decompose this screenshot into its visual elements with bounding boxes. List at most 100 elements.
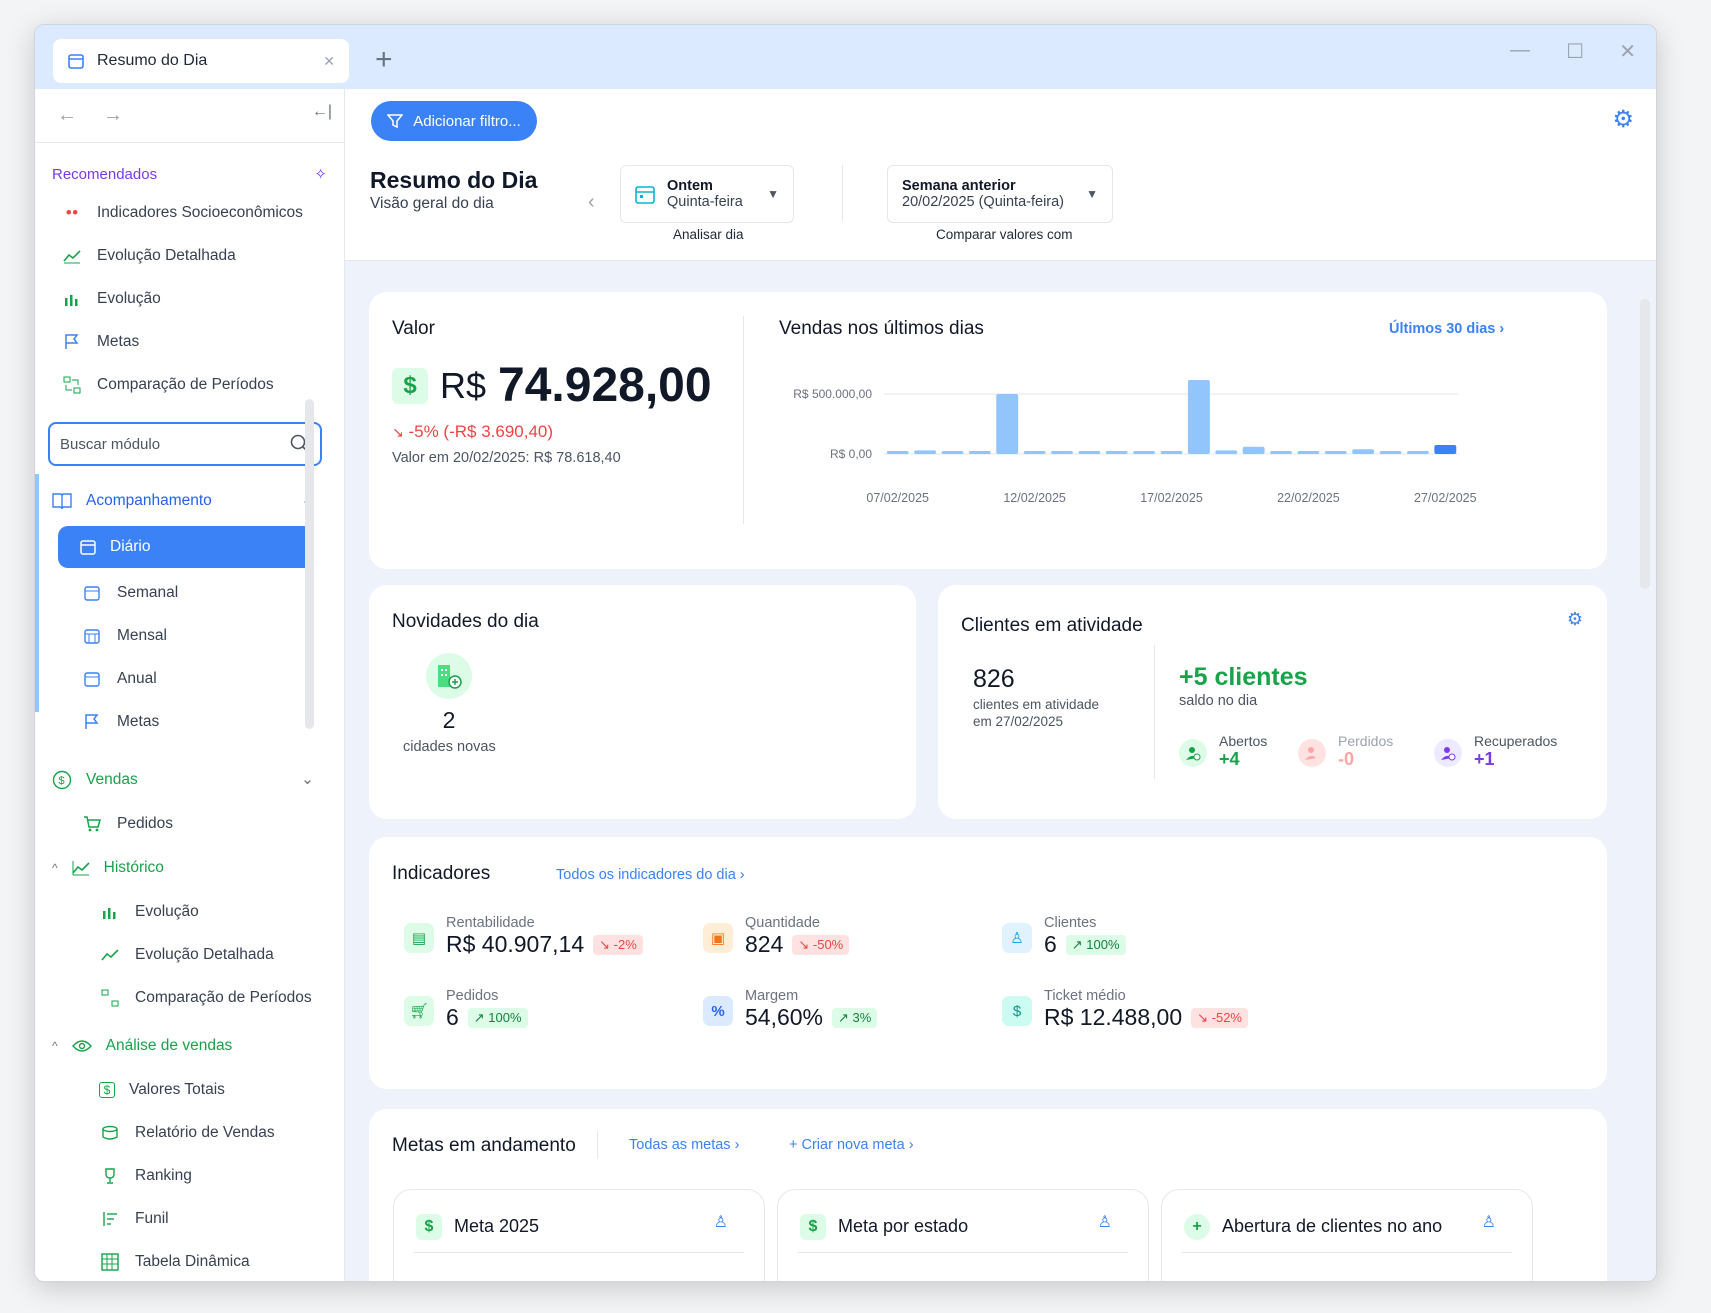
item-label: Diário [110, 538, 151, 555]
day-select[interactable]: Ontem Quinta-feira ▼ [620, 165, 794, 223]
indicator-value: 6 [1044, 931, 1057, 957]
module-search[interactable]: Buscar módulo [48, 422, 322, 466]
user-recover-icon [1434, 739, 1462, 767]
indicator-ticket-medio: $ Ticket médio R$ 12.488,00 ↘ -52% [1002, 988, 1248, 1031]
day-select-sub: Quinta-feira [667, 194, 743, 210]
goal-title: Meta 2025 [454, 1216, 540, 1236]
chart-bar [886, 451, 909, 454]
browser-tab[interactable]: Resumo do Dia ✕ [53, 39, 349, 83]
sales-chart: R$ 500.000,00 R$ 0,00 07/02/2025 12/02/2025… [793, 380, 1477, 505]
group-acompanhamento[interactable]: Acompanhamento ⌄ [35, 478, 344, 523]
sidebar-item-comparacao[interactable]: Comparação de Períodos [35, 976, 344, 1019]
recommended-item-detailed-evolution[interactable]: Evolução Detalhada [35, 234, 344, 277]
user-icon[interactable]: ♙ [714, 1212, 728, 1232]
link-label: + Criar nova meta [789, 1137, 905, 1153]
sidebar-item-semanal[interactable]: Semanal [35, 571, 344, 614]
user-add-icon [1179, 739, 1207, 767]
indicator-delta-badge: ↘ -2% [593, 934, 643, 955]
all-indicators-link[interactable]: Todos os indicadores do dia › [556, 867, 745, 883]
app-window: Resumo do Dia ✕ + — ☐ ✕ ← → ←| Recomenda… [34, 24, 1657, 1282]
create-goal-link[interactable]: + Criar nova meta › [789, 1137, 914, 1153]
user-icon[interactable]: ♙ [1098, 1212, 1112, 1232]
forward-arrow-icon[interactable]: → [103, 104, 123, 127]
chart-bar [1051, 451, 1073, 454]
value-change-text: -5% (-R$ 3.690,40) [408, 422, 554, 441]
sidebar-item-diario[interactable]: Diário [58, 526, 314, 568]
item-label: Metas [97, 332, 140, 350]
search-input[interactable]: Buscar módulo [60, 436, 160, 453]
sidebar-item-mensal[interactable]: Mensal [35, 614, 344, 657]
goal-card[interactable]: $ Meta 2025 ♙ [393, 1189, 765, 1281]
user-icon[interactable]: ♙ [1482, 1212, 1496, 1232]
clients-balance: +5 clientes [1179, 663, 1308, 691]
new-tab-button[interactable]: + [375, 45, 393, 75]
group-historico[interactable]: ^ Histórico [35, 845, 344, 890]
goal-card[interactable]: $ Meta por estado ♙ [777, 1189, 1149, 1281]
trophy-icon [99, 1165, 121, 1187]
dollar-circle-icon: $ [52, 770, 72, 789]
back-arrow-icon[interactable]: ← [57, 104, 77, 127]
sidebar-scrollbar[interactable] [305, 399, 314, 729]
calendar-week-icon [81, 582, 103, 604]
clients-settings-icon[interactable]: ⚙ [1567, 609, 1583, 630]
chevron-left-icon[interactable]: ‹ [588, 191, 595, 214]
line-chart-icon [72, 860, 90, 875]
chart-bar [996, 394, 1019, 454]
main-scrollbar[interactable] [1640, 299, 1650, 589]
last-30-days-link[interactable]: Últimos 30 dias › [1389, 321, 1504, 337]
user-add-icon: + [1184, 1214, 1210, 1240]
group-vendas[interactable]: $ Vendas ⌄ [35, 757, 344, 802]
sidebar-item-funil[interactable]: Funil [35, 1197, 344, 1240]
sidebar-item-tabela-dinamica[interactable]: Tabela Dinâmica [35, 1240, 344, 1281]
recommended-item-period-compare[interactable]: Comparação de Períodos [35, 363, 344, 406]
group-label: Acompanhamento [86, 491, 212, 509]
title-bar: Resumo do Dia ✕ + — ☐ ✕ [35, 25, 1656, 89]
recommended-item-socioeconomic[interactable]: ꔷꔷ Indicadores Socioeconômicos [35, 191, 344, 234]
clients-title: Clientes em atividade [961, 615, 1143, 636]
table-icon [99, 1251, 121, 1273]
chart-bar [1023, 451, 1046, 454]
all-goals-link[interactable]: Todas as metas › [629, 1137, 739, 1153]
indicator-value: 54,60% [745, 1004, 824, 1030]
compare-select[interactable]: Semana anterior 20/02/2025 (Quinta-feira)… [887, 165, 1113, 223]
chart-bar [1270, 451, 1292, 454]
sidebar-item-anual[interactable]: Anual [35, 657, 344, 700]
settings-gear-icon[interactable]: ⚙ [1612, 105, 1634, 134]
sidebar-item-pedidos[interactable]: Pedidos [35, 802, 344, 845]
x-tick-label: 22/02/2025 [1277, 491, 1340, 505]
sidebar-item-relatorio-vendas[interactable]: Relatório de Vendas [35, 1111, 344, 1154]
sidebar-item-metas[interactable]: Metas [35, 700, 344, 743]
calendar-icon [68, 54, 84, 69]
sidebar-item-evolucao-detalhada[interactable]: Evolução Detalhada [35, 933, 344, 976]
caret-down-icon: ▼ [767, 187, 779, 201]
collapse-sidebar-icon[interactable]: ←| [312, 103, 332, 121]
close-tab-icon[interactable]: ✕ [323, 53, 335, 70]
box-icon: ▣ [703, 923, 733, 953]
item-label: Pedidos [117, 814, 174, 832]
value-amount-row: $ R$ 74.928,00 [392, 358, 712, 413]
goal-title: Meta por estado [838, 1216, 969, 1236]
indicator-label: Pedidos [446, 988, 499, 1004]
bar-chart-icon [61, 288, 83, 310]
add-filter-button[interactable]: Adicionar filtro... [371, 101, 537, 141]
stat-value: -0 [1338, 749, 1355, 769]
maximize-button[interactable]: ☐ [1566, 39, 1584, 64]
sidebar-item-valores-totais[interactable]: $ Valores Totais [35, 1068, 344, 1111]
stat-label: Abertos [1219, 733, 1268, 749]
close-window-button[interactable]: ✕ [1619, 39, 1636, 64]
money-stack-icon: ▤ [404, 923, 434, 953]
sidebar-item-evolucao[interactable]: Evolução [35, 890, 344, 933]
dollar-icon: $ [392, 367, 428, 404]
goal-card[interactable]: + Abertura de clientes no ano ♙ [1161, 1189, 1533, 1281]
chart-bar [968, 451, 991, 454]
calendar-month-icon [81, 625, 103, 647]
group-analise-vendas[interactable]: ^ Análise de vendas [35, 1023, 344, 1068]
stat-value: +1 [1474, 749, 1495, 769]
recommended-item-goals[interactable]: Metas [35, 320, 344, 363]
minimize-button[interactable]: — [1510, 39, 1530, 62]
chart-bar [1379, 451, 1402, 454]
dollar-icon: $ [800, 1214, 826, 1240]
sidebar-item-ranking[interactable]: Ranking [35, 1154, 344, 1197]
recommended-item-evolution[interactable]: Evolução [35, 277, 344, 320]
main-content: Adicionar filtro... ⚙ Resumo do Dia Visã… [345, 89, 1656, 1281]
